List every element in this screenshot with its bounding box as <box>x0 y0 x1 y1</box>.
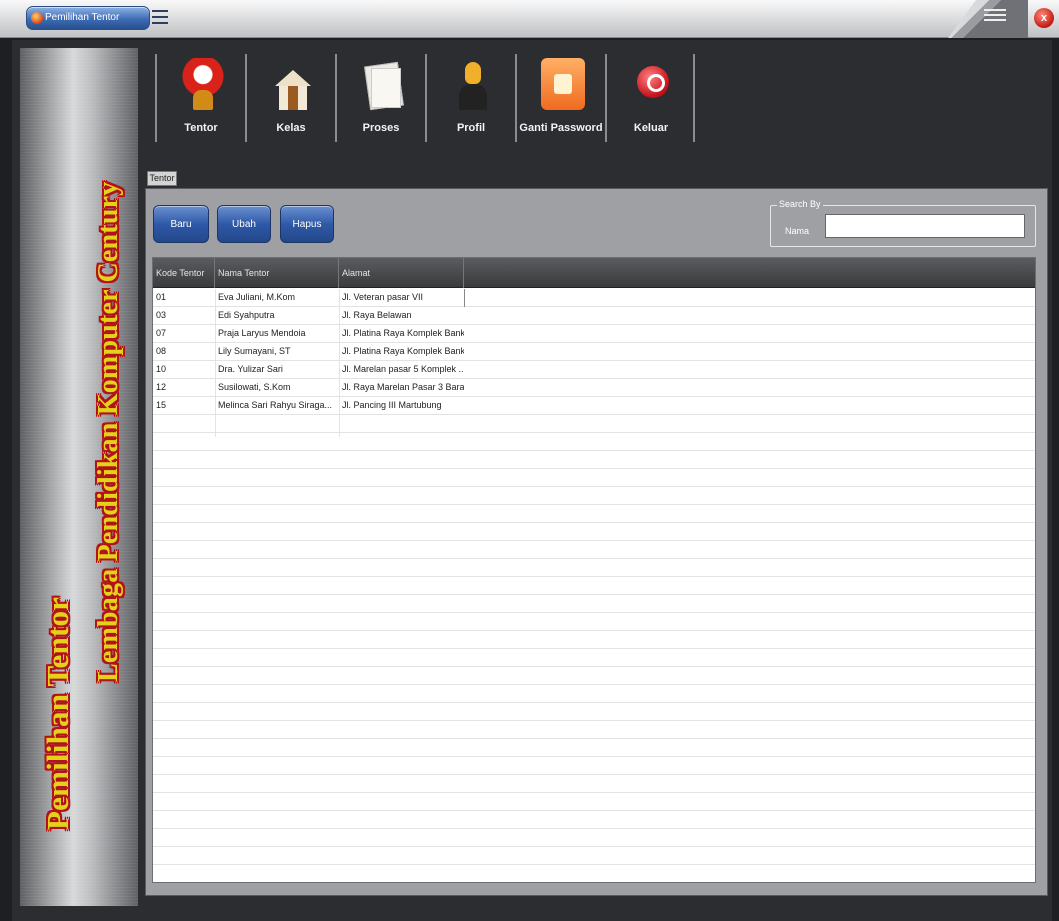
search-group: Search By Nama <box>770 199 1036 247</box>
search-name-label: Nama <box>785 226 810 236</box>
page-title: Pemilihan Tentor <box>40 596 75 830</box>
cell-alamat: Jl. Platina Raya Komplek Bank <box>342 328 464 338</box>
cell-kode: 08 <box>156 346 167 356</box>
menu-icon[interactable] <box>152 10 168 24</box>
cell-alamat: Jl. Platina Raya Komplek Bank <box>342 346 464 356</box>
toolbar-proses-button[interactable]: Proses <box>335 54 425 142</box>
user-icon <box>451 58 495 110</box>
power-icon <box>631 58 675 110</box>
cell-kode: 01 <box>156 292 167 302</box>
cell-nama: Edi Syahputra <box>218 310 275 320</box>
institution-name: Lembaga Pendidikan Komputer Century <box>93 181 124 682</box>
toolbar-keluar-button[interactable]: Keluar <box>605 54 695 142</box>
cell-kode: 12 <box>156 382 167 392</box>
house-icon <box>271 58 315 110</box>
cell-kode: 10 <box>156 364 167 374</box>
toolbar-label: Keluar <box>633 122 669 134</box>
baru-button[interactable]: Baru <box>153 205 209 243</box>
toolbar-label: Tentor <box>184 122 218 134</box>
cell-nama: Lily Sumayani, ST <box>218 346 291 356</box>
cell-alamat: Jl. Marelan pasar 5 Komplek ... <box>342 364 464 374</box>
title-bar: Pemilihan Tentor x <box>0 0 1059 38</box>
document-icon <box>361 58 405 110</box>
table-row[interactable]: 15 Melinca Sari Rahyu Siraga... Jl. Panc… <box>153 397 464 415</box>
cell-nama: Praja Laryus Mendoia <box>218 328 306 338</box>
tab-tentor[interactable]: Tentor <box>147 171 177 186</box>
toolbar-label: Ganti Password <box>519 122 603 134</box>
table-row[interactable]: 10 Dra. Yulizar Sari Jl. Marelan pasar 5… <box>153 361 464 379</box>
table-row[interactable]: 12 Susilowati, S.Kom Jl. Raya Marelan Pa… <box>153 379 464 397</box>
tentor-icon <box>181 58 225 110</box>
hapus-button[interactable]: Hapus <box>280 205 334 243</box>
cell-alamat: Jl. Raya Marelan Pasar 3 Barat <box>342 382 464 392</box>
lock-icon <box>541 58 585 110</box>
ubah-button[interactable]: Ubah <box>217 205 271 243</box>
search-input[interactable] <box>825 214 1025 238</box>
cell-nama: Susilowati, S.Kom <box>218 382 291 392</box>
toolbar-label: Profil <box>456 122 486 134</box>
toolbar-label: Proses <box>362 122 400 134</box>
close-button[interactable]: x <box>1034 8 1054 28</box>
cell-nama: Eva Juliani, M.Kom <box>218 292 296 302</box>
toolbar-label: Kelas <box>276 122 306 134</box>
window-title: Pemilihan Tentor <box>45 12 120 23</box>
cell-kode: 15 <box>156 400 167 410</box>
toolbar-ganti-password-button[interactable]: Ganti Password <box>515 54 605 142</box>
table-row[interactable]: 03 Edi Syahputra Jl. Raya Belawan <box>153 307 464 325</box>
search-legend: Search By <box>777 199 823 209</box>
cell-alamat: Jl. Pancing III Martubung <box>342 400 442 410</box>
app-icon <box>31 12 43 24</box>
column-header-nama[interactable]: Nama Tentor <box>215 258 339 288</box>
window-title-tab[interactable]: Pemilihan Tentor <box>26 6 150 30</box>
toolbar-divider <box>693 54 695 142</box>
table-row[interactable]: 08 Lily Sumayani, ST Jl. Platina Raya Ko… <box>153 343 464 361</box>
main-toolbar: Tentor Kelas Proses Profil Ganti Passwor… <box>155 52 1025 144</box>
table-row[interactable]: 07 Praja Laryus Mendoia Jl. Platina Raya… <box>153 325 464 343</box>
cell-alamat: Jl. Raya Belawan <box>342 310 412 320</box>
window-menu-icon[interactable] <box>948 0 1028 38</box>
column-divider <box>464 289 465 307</box>
cell-kode: 03 <box>156 310 167 320</box>
column-header-alamat[interactable]: Alamat <box>339 258 464 288</box>
table-row[interactable]: 01 Eva Juliani, M.Kom Jl. Veteran pasar … <box>153 289 464 307</box>
cell-kode: 07 <box>156 328 167 338</box>
table-header: Kode Tentor Nama Tentor Alamat <box>153 258 1035 288</box>
toolbar-tentor-button[interactable]: Tentor <box>155 54 245 142</box>
cell-nama: Dra. Yulizar Sari <box>218 364 283 374</box>
toolbar-profil-button[interactable]: Profil <box>425 54 515 142</box>
tentor-table[interactable]: Kode Tentor Nama Tentor Alamat 01 Eva Ju… <box>152 257 1036 883</box>
column-header-kode[interactable]: Kode Tentor <box>153 258 215 288</box>
cell-nama: Melinca Sari Rahyu Siraga... <box>218 400 333 410</box>
toolbar-kelas-button[interactable]: Kelas <box>245 54 335 142</box>
cell-alamat: Jl. Veteran pasar VII <box>342 292 424 302</box>
